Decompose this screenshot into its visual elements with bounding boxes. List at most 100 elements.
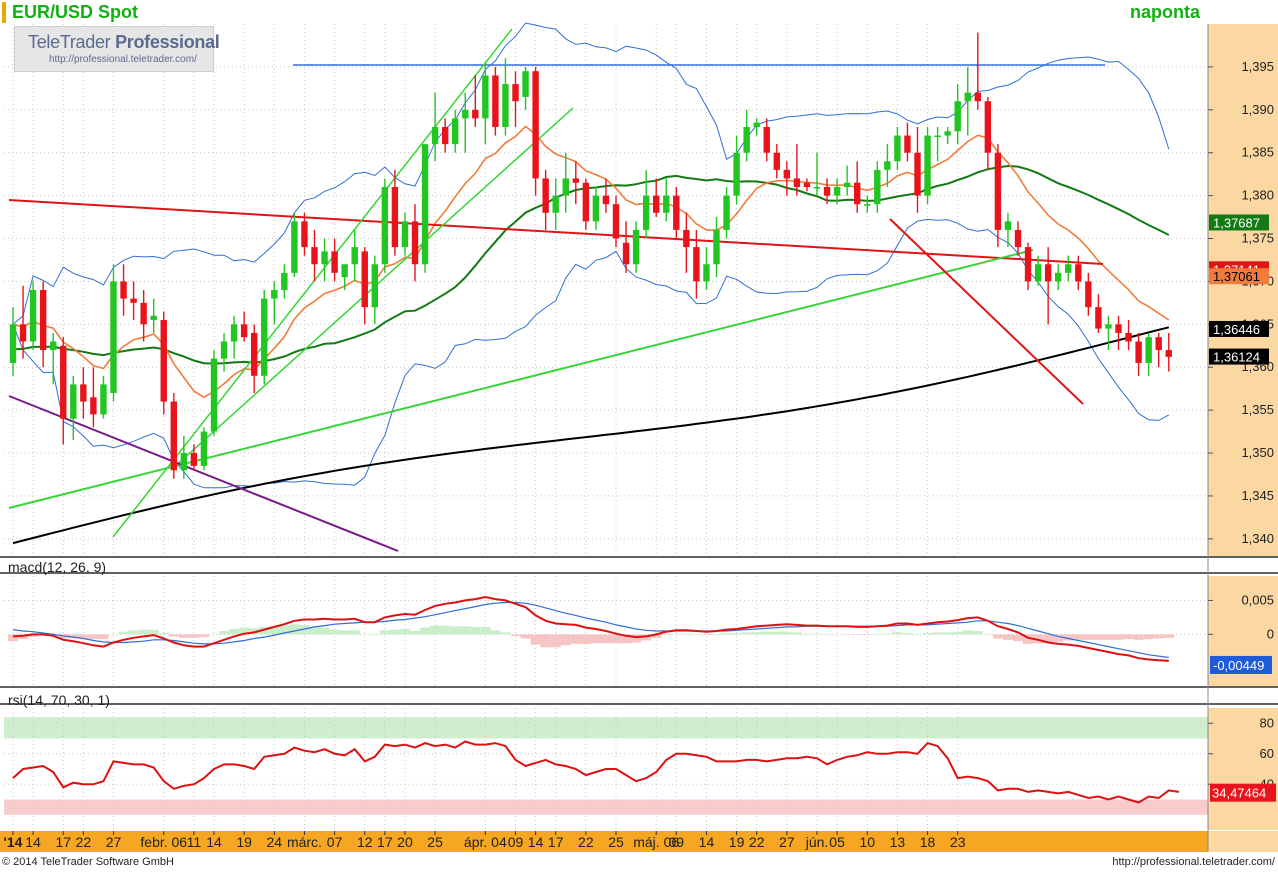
macd-histogram-bar	[349, 630, 360, 635]
time-tick-label: ápr. 04	[464, 834, 507, 850]
trend-level-value-label: 1,37061	[1213, 269, 1260, 284]
candle-body	[210, 358, 218, 432]
macd-histogram-bar	[972, 631, 983, 635]
macd-histogram-bar	[369, 634, 380, 635]
macd-histogram-bar	[721, 633, 732, 635]
candle-body	[793, 178, 801, 188]
time-tick-label: 18	[920, 834, 936, 850]
time-tick-label: 14	[25, 834, 41, 850]
macd-histogram-bar	[1093, 634, 1104, 640]
macd-histogram-bar	[118, 631, 129, 635]
period-label[interactable]: naponta	[1130, 2, 1200, 23]
logo-brand-prefix: TeleTrader	[28, 32, 111, 52]
macd-histogram-bar	[862, 634, 873, 636]
rsi-overbought-zone	[4, 717, 1208, 739]
macd-histogram-bar	[852, 634, 863, 636]
candle-body	[693, 247, 700, 282]
candle-body	[150, 315, 157, 321]
macd-histogram-bar	[490, 630, 501, 635]
candle-body	[914, 152, 921, 196]
price-tick-label: 1,375	[1241, 231, 1274, 246]
macd-histogram-bar	[289, 624, 300, 635]
candle-body	[401, 221, 409, 248]
macd-histogram-bar	[982, 634, 993, 635]
candle-body	[1034, 264, 1042, 282]
candle-body	[492, 75, 499, 127]
candle-body	[512, 84, 519, 102]
candle-body	[200, 431, 208, 466]
macd-histogram-bar	[148, 629, 159, 635]
macd-histogram-bar	[812, 633, 823, 635]
macd-histogram-bar	[701, 634, 712, 636]
macd-histogram-bar	[570, 634, 581, 644]
time-tick-label: febr. 06	[140, 834, 187, 850]
time-tick-label: 17	[377, 834, 393, 850]
macd-histogram-bar	[962, 630, 973, 635]
macd-histogram-bar	[480, 626, 491, 635]
candle-body	[642, 195, 650, 230]
candle-body	[653, 195, 660, 213]
macd-histogram-bar	[801, 633, 813, 635]
sma-long-line	[12, 326, 1170, 545]
copyright-text: © 2014 TeleTrader Software GmbH	[2, 856, 174, 868]
macd-histogram-bar	[229, 628, 240, 635]
candle-body	[220, 341, 228, 359]
macd-histogram-bar	[781, 631, 792, 635]
candle-body	[612, 204, 620, 239]
macd-histogram-bar	[158, 633, 169, 635]
candle-body	[803, 182, 811, 188]
candle-body	[954, 101, 961, 132]
macd-histogram-bar	[379, 630, 390, 635]
time-tick-label: 19	[729, 834, 745, 850]
candle-body	[743, 126, 750, 153]
macd-histogram-bar	[1133, 634, 1144, 640]
candle-body	[80, 384, 87, 402]
macd-histogram-bar	[681, 633, 692, 635]
candle-body	[1014, 229, 1022, 248]
macd-histogram-bar	[138, 629, 149, 635]
macd-histogram-bar	[1083, 634, 1094, 640]
sma-long-value-label: 1,36446	[1213, 322, 1260, 337]
trendline-purple	[8, 395, 399, 552]
candle-body	[190, 453, 198, 466]
time-tick-label: 07	[327, 834, 343, 850]
candle-body	[411, 221, 419, 265]
macd-histogram-bar	[470, 626, 481, 635]
candle-body	[391, 187, 399, 248]
candle-body	[271, 290, 278, 299]
candle-body	[1024, 247, 1032, 282]
macd-histogram-bar	[410, 631, 421, 635]
macd-histogram-bar	[1002, 634, 1014, 640]
macd-histogram-bar	[1113, 634, 1124, 640]
macd-histogram-bar	[922, 633, 933, 635]
macd-histogram-bar	[1143, 634, 1154, 640]
candle-body	[843, 182, 851, 188]
teletrader-logo: TeleTrader Professional http://professio…	[14, 26, 220, 72]
candle-body	[381, 187, 389, 265]
candle-body	[261, 298, 268, 376]
time-tick-label: 11	[187, 834, 202, 850]
macd-histogram-bar	[198, 634, 210, 638]
candle-body	[1105, 324, 1112, 329]
price-tick-label: 1,340	[1241, 531, 1274, 546]
macd-histogram-bar	[168, 634, 179, 637]
last-price-label: 1,36124	[1213, 350, 1260, 365]
footer-url[interactable]: http://professional.teletrader.com/	[1112, 856, 1275, 868]
candle-body	[823, 187, 831, 196]
instrument-title: EUR/USD Spot	[2, 2, 142, 23]
chart-stage: 1,3951,3901,3851,3801,3751,3701,3651,360…	[0, 0, 1278, 871]
candle-body	[431, 126, 439, 145]
macd-histogram-bar	[500, 632, 511, 635]
candle-body	[994, 152, 1002, 230]
candle-body	[251, 332, 258, 376]
rsi-tick-label: 80	[1260, 715, 1274, 730]
candle-body	[9, 324, 17, 363]
candle-body	[622, 242, 630, 265]
logo-url: http://professional.teletrader.com/	[49, 54, 197, 65]
macd-histogram-bar	[932, 632, 943, 635]
candle-body	[1155, 337, 1162, 351]
time-tick-label: 14	[528, 834, 544, 850]
candle-body	[311, 247, 318, 265]
macd-panel-label: macd(12, 26, 9)	[8, 559, 107, 575]
candle-body	[894, 135, 901, 162]
